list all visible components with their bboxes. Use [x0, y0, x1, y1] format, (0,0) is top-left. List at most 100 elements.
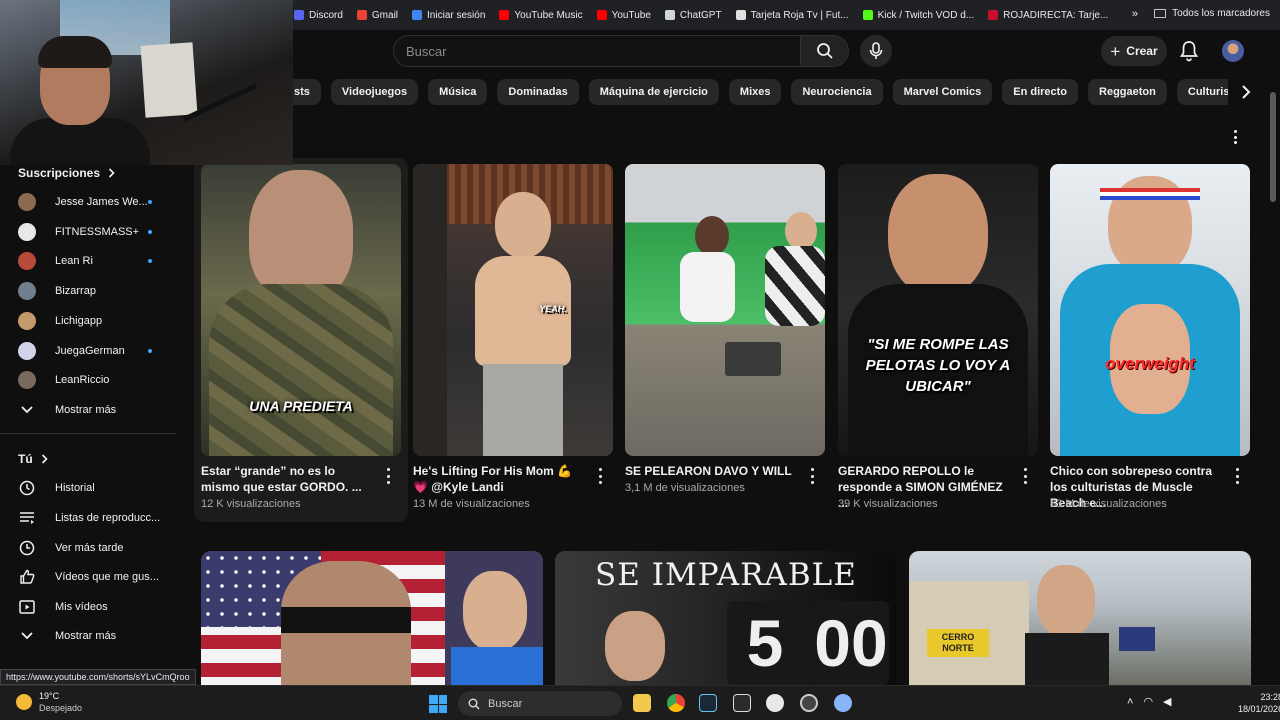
person-jacket — [1025, 633, 1109, 685]
account-avatar[interactable] — [1222, 40, 1244, 62]
category-chip[interactable]: En directo — [1002, 79, 1079, 105]
subscription-item[interactable]: Jesse James We... — [18, 190, 178, 214]
sidebar-item-watch-later[interactable]: Ver más tarde — [18, 536, 178, 560]
bookmark-favicon-icon — [735, 10, 746, 20]
search-input[interactable]: Buscar — [393, 35, 801, 67]
taskbar-search-box[interactable]: Buscar — [458, 691, 622, 716]
notifications-bell-icon[interactable] — [1179, 40, 1199, 62]
video-thumbnail[interactable] — [201, 551, 543, 685]
category-chip[interactable]: Culturismo — [1176, 79, 1228, 105]
category-chip[interactable]: Marvel Comics — [892, 79, 993, 105]
bookmark-item[interactable]: Gmail — [356, 10, 398, 21]
dot-icon — [1235, 474, 1239, 478]
speaker-icon[interactable]: ◀ — [1163, 695, 1171, 708]
bookmark-item[interactable]: Kick / Twitch VOD d... — [862, 10, 974, 21]
short-menu-button[interactable] — [1234, 468, 1240, 484]
subscription-item[interactable]: Lichigapp — [18, 309, 178, 333]
subscription-item[interactable]: Lean Ri — [18, 249, 178, 273]
windows-start-icon[interactable] — [429, 695, 447, 713]
you-title: Tú — [18, 452, 33, 466]
subscription-item[interactable]: LeanRiccio — [18, 368, 178, 392]
short-card[interactable]: UNA PREDIETA Estar “grande” no es lo mis… — [201, 164, 401, 510]
file-explorer-icon[interactable] — [633, 694, 651, 712]
short-card[interactable]: "SI ME ROMPE LAS PELOTAS LO VOY A UBICAR… — [838, 164, 1038, 510]
category-chip[interactable]: Reggaeton — [1088, 79, 1167, 105]
wifi-icon[interactable]: ◠ — [1143, 695, 1153, 708]
clock-minutes: 00 — [813, 601, 889, 685]
channel-name: LeanRiccio — [55, 374, 110, 387]
short-views: 13 M de visualizaciones — [413, 498, 530, 510]
sidebar-item-liked-videos[interactable]: Vídeos que me gus... — [18, 565, 178, 589]
dot-icon — [1023, 481, 1027, 484]
category-chip[interactable]: Mixes — [728, 79, 782, 105]
dot-icon — [810, 474, 814, 478]
subscription-item[interactable]: FITNESSMASS+ — [18, 220, 178, 244]
bookmark-favicon-icon — [988, 10, 999, 20]
create-label: Crear — [1126, 44, 1158, 58]
shorts-shelf-menu-button[interactable] — [1228, 128, 1242, 146]
chevron-up-icon[interactable]: ˄ — [1127, 696, 1133, 708]
chevron-right-icon — [1242, 85, 1251, 99]
voice-search-button[interactable] — [860, 35, 892, 67]
short-menu-button[interactable] — [809, 468, 815, 484]
subscription-item[interactable]: JuegaGerman — [18, 339, 178, 363]
sidebar-item-playlists[interactable]: Listas de reproducc... — [18, 506, 178, 530]
weather-widget[interactable]: 19°C Despejado — [16, 690, 82, 714]
short-thumbnail[interactable]: "SI ME ROMPE LAS PELOTAS LO VOY A UBICAR… — [838, 164, 1038, 456]
chevron-down-icon — [18, 627, 36, 645]
create-button[interactable]: + Crear — [1101, 36, 1167, 66]
headband — [1100, 188, 1200, 200]
short-card[interactable]: YEAH. He's Lifting For His Mom 💪 💗 @Kyle… — [413, 164, 613, 510]
bookmark-item[interactable]: YouTube — [596, 10, 651, 21]
category-chip[interactable]: Música — [428, 79, 488, 105]
bookmark-favicon-icon — [862, 10, 873, 20]
short-thumbnail[interactable]: overweight — [1050, 164, 1250, 456]
all-bookmarks-button[interactable]: Todos los marcadores — [1154, 8, 1270, 19]
bookmark-item[interactable]: Tarjeta Roja Tv | Fut... — [735, 10, 849, 21]
show-more-subscriptions-button[interactable]: Mostrar más — [18, 398, 178, 422]
short-title[interactable]: Estar “grande” no es lo mismo que estar … — [201, 463, 377, 495]
short-thumbnail[interactable]: YEAH. — [413, 164, 613, 456]
search-button[interactable] — [801, 35, 849, 67]
person-shirt — [451, 647, 543, 685]
show-more-you-button[interactable]: Mostrar más — [18, 624, 178, 648]
category-chip[interactable]: Dominadas — [497, 79, 579, 105]
chips-next-button[interactable] — [1236, 82, 1256, 102]
short-thumbnail[interactable] — [625, 164, 825, 456]
taskbar-clock[interactable]: 23:28 18/01/2026 — [1238, 691, 1280, 715]
sidebar-item-my-videos[interactable]: Mis vídeos — [18, 595, 178, 619]
short-thumbnail[interactable]: UNA PREDIETA — [201, 164, 401, 456]
category-chip[interactable]: Máquina de ejercicio — [588, 79, 719, 105]
sidebar-divider — [0, 433, 176, 434]
bookmark-item[interactable]: ChatGPT — [664, 10, 722, 21]
subscriptions-header[interactable]: Suscripciones — [18, 166, 115, 180]
dot-icon — [1023, 474, 1027, 478]
short-title[interactable]: SE PELEARON DAVO Y WILL — [625, 463, 801, 479]
short-title[interactable]: He's Lifting For His Mom 💪 💗 @Kyle Landi — [413, 463, 589, 495]
bookmark-item[interactable]: Discord — [294, 10, 343, 21]
bookmark-item[interactable]: YouTube Music — [499, 10, 583, 21]
settings-icon[interactable] — [834, 694, 852, 712]
you-header[interactable]: Tú — [18, 452, 48, 466]
subscription-item[interactable]: Bizarrap — [18, 279, 178, 303]
channel-name: Jesse James We... — [55, 196, 148, 208]
category-chip[interactable]: Videojuegos — [330, 79, 419, 105]
bookmarks-overflow-button[interactable]: » — [1132, 8, 1138, 20]
chrome-icon[interactable] — [667, 694, 685, 712]
bookmark-item[interactable]: Iniciar sesión — [412, 10, 485, 21]
short-menu-button[interactable] — [1022, 468, 1028, 484]
epic-games-icon[interactable] — [733, 694, 751, 712]
obs-icon[interactable] — [800, 694, 818, 712]
bookmark-item[interactable]: ROJADIRECTA: Tarje... — [988, 10, 1108, 21]
short-card[interactable]: overweight Chico con sobrepeso contra lo… — [1050, 164, 1250, 510]
page-scrollbar[interactable] — [1270, 92, 1276, 202]
clock-app-icon[interactable] — [766, 694, 784, 712]
video-thumbnail[interactable]: SE IMPARABLE AM 5 00 — [555, 551, 897, 685]
short-menu-button[interactable] — [385, 468, 391, 484]
steam-icon[interactable] — [699, 694, 717, 712]
short-menu-button[interactable] — [597, 468, 603, 484]
sidebar-item-history[interactable]: Historial — [18, 476, 178, 500]
short-card[interactable]: SE PELEARON DAVO Y WILL 3,1 M de visuali… — [625, 164, 825, 494]
category-chip[interactable]: Neurociencia — [791, 79, 883, 105]
video-thumbnail[interactable]: CERRO NORTE — [909, 551, 1251, 685]
